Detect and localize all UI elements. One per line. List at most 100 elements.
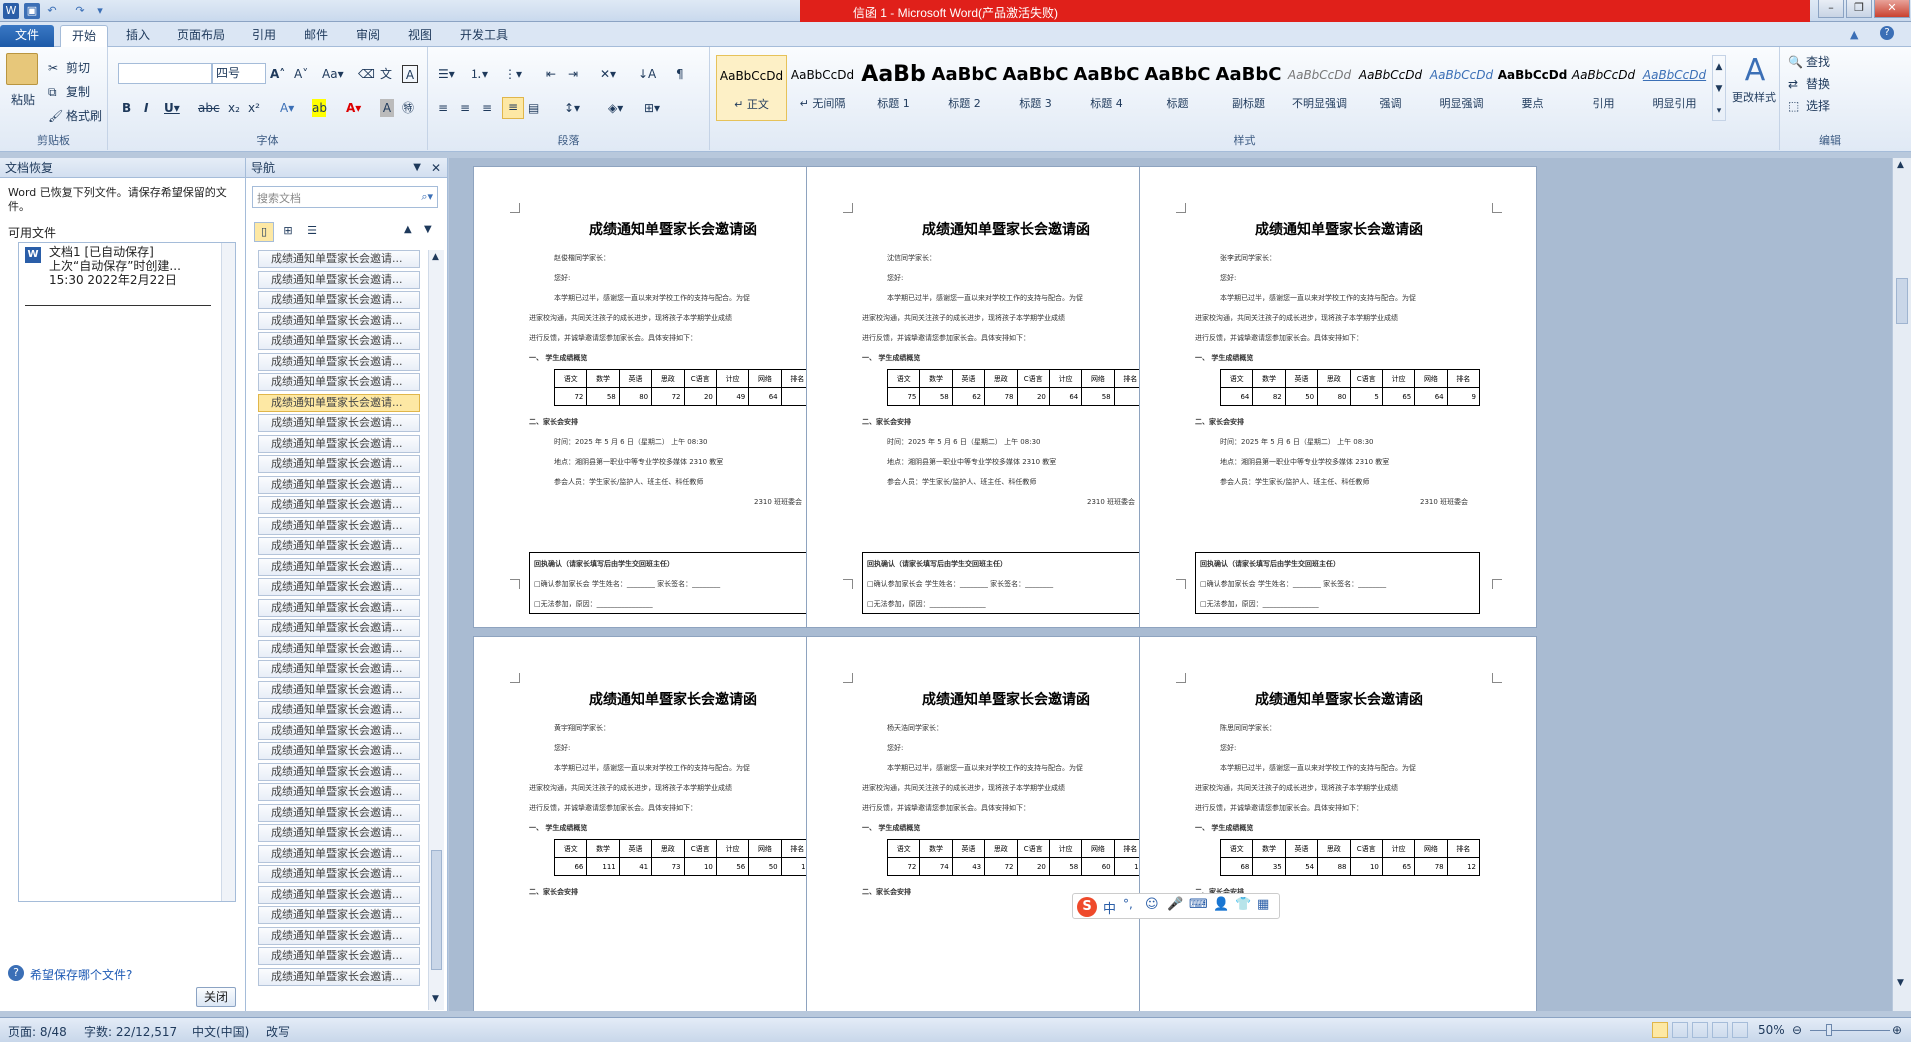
heading-nav-item[interactable]: 成绩通知单暨家长会邀请... <box>258 250 420 268</box>
heading-nav-item[interactable]: 成绩通知单暨家长会邀请... <box>258 516 420 535</box>
heading-nav-item[interactable]: 成绩通知单暨家长会邀请... <box>258 414 420 432</box>
language-indicator[interactable]: 中文(中国) <box>192 1023 249 1040</box>
underline-icon[interactable]: U▾ <box>164 99 180 117</box>
punctuation-icon[interactable]: °, <box>1123 897 1133 911</box>
zoom-in-icon[interactable]: ⊕ <box>1892 1023 1902 1037</box>
tab-review[interactable]: 审阅 <box>348 25 388 47</box>
tab-home[interactable]: 开始 <box>60 25 108 47</box>
heading-nav-item[interactable]: 成绩通知单暨家长会邀请... <box>258 742 420 760</box>
style-gallery-item[interactable]: AaBbCcDd 要点 <box>1497 55 1568 121</box>
tab-mailings[interactable]: 邮件 <box>296 25 336 47</box>
superscript-icon[interactable]: x² <box>248 99 260 117</box>
style-gallery-item[interactable]: AaBbCcDd 引用 <box>1568 55 1639 121</box>
document-scroll-thumb[interactable] <box>1896 278 1908 324</box>
select-icon[interactable]: ⬚ <box>1788 97 1799 115</box>
style-gallery-item[interactable]: AaBb 标题 1 <box>858 55 929 121</box>
tab-file[interactable]: 文件 <box>0 25 54 47</box>
align-right-icon[interactable]: ≡ <box>482 99 492 117</box>
scroll-down-icon[interactable]: ▼ <box>1897 978 1904 988</box>
font-color-icon[interactable]: A▾ <box>346 99 361 117</box>
ime-mode[interactable]: 中 <box>1103 898 1116 917</box>
style-gallery-item[interactable]: AaBbCcDd 不明显强调 <box>1284 55 1355 121</box>
recovered-file-item[interactable]: 文档1 [已自动保存] 上次“自动保存”时创建... 15:30 2022年2月… <box>49 245 229 287</box>
navigation-scroll-thumb[interactable] <box>431 850 442 970</box>
nav-close-icon[interactable]: ✕ <box>431 158 441 178</box>
increase-indent-icon[interactable]: ⇥ <box>568 65 578 83</box>
style-gallery-item[interactable]: AaBbC 标题 <box>1142 55 1213 121</box>
heading-nav-item[interactable]: 成绩通知单暨家长会邀请... <box>258 721 420 740</box>
sort-icon[interactable]: ↓A <box>638 65 656 83</box>
distributed-icon[interactable]: ▤ <box>528 99 539 117</box>
browse-pages-icon[interactable]: ⊞ <box>278 222 298 242</box>
close-window-button[interactable]: ✕ <box>1874 0 1910 18</box>
replace-icon[interactable]: ⇄ <box>1788 75 1798 93</box>
restore-button[interactable]: ❐ <box>1846 0 1872 18</box>
copy-icon[interactable]: ⧉ <box>48 83 57 101</box>
tab-insert[interactable]: 插入 <box>118 25 158 47</box>
which-file-link[interactable]: 希望保存哪个文件? <box>30 966 132 983</box>
zoom-out-icon[interactable]: ⊖ <box>1792 1023 1802 1037</box>
strikethrough-icon[interactable]: abc <box>198 99 220 117</box>
minimize-ribbon-icon[interactable]: ▲ <box>1850 28 1858 41</box>
next-heading-icon[interactable]: ▼ <box>424 224 432 235</box>
insert-mode[interactable]: 改写 <box>266 1023 290 1040</box>
clear-format-icon[interactable]: ⌫ <box>358 65 375 83</box>
heading-nav-item[interactable]: 成绩通知单暨家长会邀请... <box>258 865 420 883</box>
heading-nav-item[interactable]: 成绩通知单暨家长会邀请... <box>258 619 420 637</box>
font-name-dropdown[interactable] <box>118 63 212 84</box>
heading-nav-item[interactable]: 成绩通知单暨家长会邀请... <box>258 270 420 289</box>
heading-nav-item[interactable]: 成绩通知单暨家长会邀请... <box>258 311 420 330</box>
document-scrollbar[interactable]: ▲ ▼ <box>1892 158 1911 1011</box>
heading-nav-item[interactable]: 成绩通知单暨家长会邀请... <box>258 926 420 945</box>
previous-heading-icon[interactable]: ▲ <box>404 224 412 235</box>
heading-nav-item[interactable]: 成绩通知单暨家长会邀请... <box>258 475 420 494</box>
tab-developer[interactable]: 开发工具 <box>452 25 516 47</box>
multilevel-list-icon[interactable]: ⋮▾ <box>504 65 522 83</box>
heading-nav-item[interactable]: 成绩通知单暨家长会邀请... <box>258 496 420 514</box>
heading-nav-item[interactable]: 成绩通知单暨家长会邀请... <box>258 598 420 617</box>
justify-icon[interactable]: ≡ <box>502 97 524 119</box>
align-left-icon[interactable]: ≡ <box>438 99 448 117</box>
style-gallery-item[interactable]: AaBbC 副标题 <box>1213 55 1284 121</box>
decrease-indent-icon[interactable]: ⇤ <box>546 65 556 83</box>
highlight-icon[interactable]: ab <box>312 99 327 117</box>
subscript-icon[interactable]: x₂ <box>228 99 240 117</box>
emoji-icon[interactable]: ☺ <box>1145 897 1159 912</box>
heading-nav-item[interactable]: 成绩通知单暨家长会邀请... <box>258 844 420 863</box>
change-styles-icon[interactable]: A <box>1734 53 1776 89</box>
find-button[interactable]: 查找 <box>1806 53 1830 71</box>
paste-button[interactable]: 粘贴 <box>6 91 40 109</box>
ime-toolbar[interactable]: S 中 °, ☺ 🎤 ⌨ 👤 👕 ▦ <box>1072 893 1280 919</box>
change-case-icon[interactable]: Aa▾ <box>322 65 344 83</box>
print-layout-icon[interactable] <box>1652 1022 1668 1038</box>
find-icon[interactable]: 🔍 <box>1788 53 1803 71</box>
nav-menu-icon[interactable]: ▼ <box>413 158 421 178</box>
style-gallery-item[interactable]: AaBbC 标题 2 <box>929 55 1000 121</box>
style-gallery-item[interactable]: AaBbC 标题 4 <box>1071 55 1142 121</box>
heading-nav-item[interactable]: 成绩通知单暨家长会邀请... <box>258 291 420 309</box>
web-layout-icon[interactable] <box>1692 1022 1708 1038</box>
phonetic-guide-icon[interactable]: 文 <box>380 65 392 83</box>
heading-nav-item[interactable]: 成绩通知单暨家长会邀请... <box>258 332 420 350</box>
borders-icon[interactable]: ⊞▾ <box>644 99 660 117</box>
document-page[interactable]: 成绩通知单暨家长会邀请函 张李武同学家长： 您好: 本学期已过半，感谢您一直以来对学校… <box>1139 166 1537 628</box>
word-count[interactable]: 字数: 22/12,517 <box>84 1023 177 1040</box>
heading-nav-item[interactable]: 成绩通知单暨家长会邀请... <box>258 947 420 965</box>
heading-nav-item[interactable]: 成绩通知单暨家长会邀请... <box>258 762 420 781</box>
close-recovery-button[interactable]: 关闭 <box>196 987 236 1007</box>
tab-references[interactable]: 引用 <box>244 25 284 47</box>
scroll-down-icon[interactable]: ▼ <box>432 994 439 1004</box>
navigation-scrollbar[interactable]: ▲ ▼ <box>428 250 444 1010</box>
heading-nav-item[interactable]: 成绩通知单暨家长会邀请... <box>258 906 420 924</box>
heading-nav-item[interactable]: 成绩通知单暨家长会邀请... <box>258 680 420 699</box>
document-page[interactable]: 成绩通知单暨家长会邀请函 陈思同同学家长： 您好: 本学期已过半，感谢您一直以来对学校… <box>1139 636 1537 1011</box>
browse-results-icon[interactable]: ☰ <box>302 222 322 242</box>
scroll-up-icon[interactable]: ▲ <box>432 252 439 262</box>
numbering-icon[interactable]: ⒈▾ <box>470 65 488 83</box>
heading-nav-item[interactable]: 成绩通知单暨家长会邀请... <box>258 803 420 822</box>
keyboard-icon[interactable]: ⌨ <box>1189 897 1208 912</box>
chinese-layout-icon[interactable]: ✕▾ <box>600 65 616 83</box>
style-gallery-item[interactable]: AaBbCcDd 明显强调 <box>1426 55 1497 121</box>
shading-icon[interactable]: ◈▾ <box>608 99 623 117</box>
heading-nav-item[interactable]: 成绩通知单暨家长会邀请... <box>258 434 420 453</box>
